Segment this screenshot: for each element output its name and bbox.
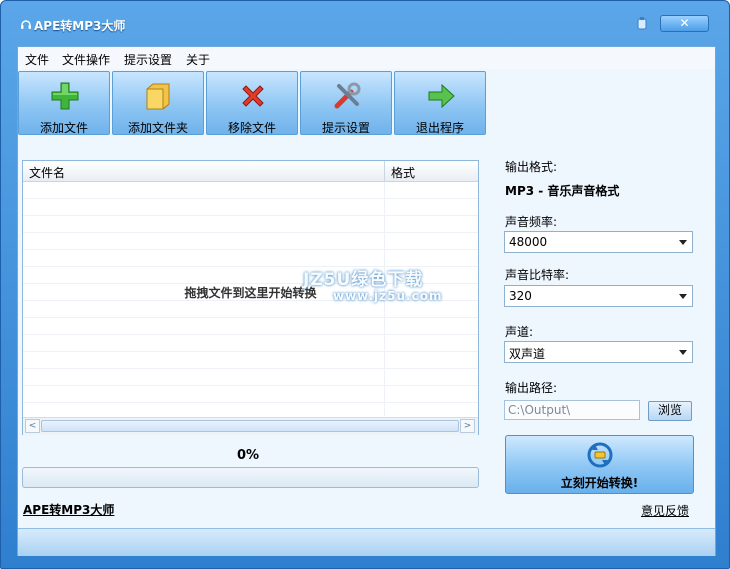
headphones-icon [21, 20, 31, 29]
app-window: APE转MP3大师 ✕ 文件 文件操作 提示设置 关于 添加文件 添加文件夹 移… [0, 0, 730, 569]
add-icon [51, 82, 79, 110]
watermark: JZ5U绿色下载 www.jz5u.com [303, 265, 453, 310]
progress-bar [22, 467, 479, 488]
exit-label: 退出程序 [415, 121, 464, 135]
dropdown-arrow-icon [679, 350, 687, 355]
dropdown-arrow-icon [679, 294, 687, 299]
add-file-label: 添加文件 [39, 121, 88, 135]
title-bar[interactable]: APE转MP3大师 ✕ [1, 1, 729, 41]
window-title: APE转MP3大师 [34, 19, 126, 33]
browse-button[interactable]: 浏览 [648, 401, 692, 421]
status-bar [18, 528, 715, 556]
scroll-right-button[interactable]: > [460, 419, 475, 433]
remove-file-button[interactable]: 移除文件 [206, 71, 298, 135]
channel-select[interactable]: 双声道 [504, 341, 693, 363]
column-filename[interactable]: 文件名 [29, 164, 65, 181]
minimize-icon [637, 17, 647, 30]
channel-label: 声道: [505, 325, 534, 339]
watermark-line1: JZ5U绿色下载 [303, 270, 424, 290]
prompt-settings-button[interactable]: 提示设置 [300, 71, 392, 135]
minimize-button[interactable] [634, 15, 652, 32]
output-path-label: 输出路径: [505, 381, 558, 395]
output-path-input[interactable] [504, 400, 640, 420]
convert-icon [587, 442, 613, 468]
menu-file-ops[interactable]: 文件操作 [62, 51, 110, 68]
tools-icon [334, 82, 361, 109]
horizontal-scrollbar[interactable]: < > [23, 417, 478, 435]
sample-rate-select[interactable]: 48000 [504, 231, 693, 253]
menu-prompt-settings[interactable]: 提示设置 [124, 51, 172, 68]
toolbar: 添加文件 添加文件夹 移除文件 提示设置 退出程序 [18, 70, 715, 138]
close-button[interactable]: ✕ [660, 15, 709, 32]
add-folder-button[interactable]: 添加文件夹 [112, 71, 204, 135]
exit-button[interactable]: 退出程序 [394, 71, 486, 135]
scroll-thumb[interactable] [41, 420, 459, 432]
channel-value: 双声道 [509, 347, 546, 361]
watermark-line2: www.jz5u.com [333, 289, 443, 303]
bitrate-select[interactable]: 320 [504, 285, 693, 307]
app-home-link[interactable]: APE转MP3大师 [23, 501, 114, 518]
folder-icon [146, 83, 170, 110]
feedback-link[interactable]: 意见反馈 [641, 502, 689, 519]
menu-bar: 文件 文件操作 提示设置 关于 [18, 47, 715, 69]
menu-about[interactable]: 关于 [186, 51, 210, 68]
add-folder-label: 添加文件夹 [127, 121, 188, 135]
output-format-value: MP3 - 音乐声音格式 [505, 184, 620, 198]
scroll-left-button[interactable]: < [25, 419, 40, 433]
sample-rate-value: 48000 [509, 235, 548, 249]
bitrate-value: 320 [509, 289, 532, 303]
remove-icon [242, 85, 264, 107]
progress-text: 0% [236, 448, 260, 463]
start-convert-button[interactable]: 立刻开始转换! [505, 435, 694, 494]
main-panel: 文件 文件操作 提示设置 关于 添加文件 添加文件夹 移除文件 提示设置 退出程… [17, 46, 716, 556]
menu-file[interactable]: 文件 [25, 51, 49, 68]
prompt-settings-label: 提示设置 [321, 121, 370, 135]
bitrate-label: 声音比特率: [505, 268, 570, 282]
column-divider[interactable] [384, 161, 385, 181]
output-format-label: 输出格式: [505, 160, 558, 174]
remove-file-label: 移除文件 [227, 121, 276, 135]
start-convert-label: 立刻开始转换! [560, 476, 639, 490]
add-file-button[interactable]: 添加文件 [18, 71, 110, 135]
sample-rate-label: 声音频率: [505, 215, 558, 229]
exit-arrow-icon [428, 83, 455, 109]
column-format[interactable]: 格式 [391, 164, 415, 181]
dropdown-arrow-icon [679, 240, 687, 245]
file-list-header: 文件名 格式 [23, 161, 478, 182]
